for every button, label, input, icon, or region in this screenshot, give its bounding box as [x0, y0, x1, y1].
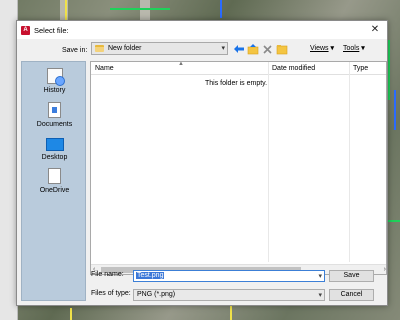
column-header-row: ▲ Name Date modified Type [91, 61, 386, 75]
save-in-value: New folder [108, 45, 142, 52]
save-in-label: Save in: [62, 47, 88, 54]
empty-folder-message: This folder is empty. [205, 80, 268, 87]
column-header-date-modified[interactable]: Date modified [272, 65, 315, 72]
select-file-dialog: A Select file: ✕ Save in: New folder ▾ V… [16, 20, 388, 306]
desktop-icon [45, 138, 64, 151]
file-type-select[interactable]: PNG (*.png) ▾ [133, 289, 325, 301]
places-bar: History Documents Desktop OneDrive [21, 61, 86, 301]
map-road [140, 0, 150, 20]
map-line [230, 306, 232, 320]
file-name-label: File name: [91, 271, 124, 278]
cancel-button[interactable]: Cancel [329, 289, 374, 301]
file-type-label: Files of type: [91, 290, 131, 297]
chevron-down-icon: ▾ [330, 45, 335, 52]
app-icon: A [21, 25, 30, 35]
place-documents[interactable]: Documents [22, 102, 87, 128]
tools-menu-button[interactable]: Tools ▾ [343, 44, 365, 52]
map-line [394, 90, 396, 130]
views-label: Views [310, 45, 329, 52]
column-header-name[interactable]: Name [95, 65, 114, 72]
tools-label: Tools [343, 45, 360, 52]
file-list[interactable]: ▲ Name Date modified Type This folder is… [90, 61, 387, 275]
new-folder-icon[interactable] [276, 43, 288, 55]
save-in-select[interactable]: New folder ▾ [91, 42, 228, 55]
place-label: Desktop [41, 154, 68, 161]
save-button[interactable]: Save [329, 270, 374, 282]
chevron-down-icon: ▾ [221, 45, 225, 52]
file-type-value: PNG (*.png) [137, 291, 176, 298]
map-line [388, 220, 400, 222]
delete-icon[interactable] [262, 43, 273, 55]
up-one-level-icon[interactable] [247, 43, 259, 55]
chevron-down-icon[interactable]: ▾ [318, 272, 322, 280]
place-label: History [43, 87, 66, 94]
column-header-type[interactable]: Type [353, 65, 368, 72]
map-line [388, 40, 390, 100]
back-arrow-icon[interactable] [233, 43, 245, 55]
chevron-down-icon: ▾ [318, 292, 322, 299]
dialog-title: Select file: [34, 25, 69, 35]
place-desktop[interactable]: Desktop [22, 138, 87, 161]
map-line [110, 8, 170, 10]
map-line [220, 0, 222, 18]
place-label: OneDrive [39, 187, 70, 194]
place-label: Documents [36, 121, 73, 128]
documents-icon [48, 102, 61, 118]
scroll-right-icon[interactable]: › [384, 265, 386, 274]
history-icon [46, 68, 65, 86]
column-divider [349, 62, 350, 262]
views-menu-button[interactable]: Views ▾ [310, 44, 334, 52]
title-bar: A Select file: ✕ [17, 21, 387, 39]
folder-icon [95, 45, 104, 52]
onedrive-icon [48, 168, 61, 184]
map-line [70, 308, 72, 320]
map-line [65, 0, 67, 20]
place-onedrive[interactable]: OneDrive [22, 168, 87, 194]
column-divider [268, 62, 269, 262]
sort-ascending-icon: ▲ [178, 61, 184, 67]
file-name-input[interactable]: Test.png ▾ [133, 270, 325, 282]
close-icon[interactable]: ✕ [363, 21, 387, 39]
file-name-value: Test.png [136, 272, 165, 279]
chevron-down-icon: ▾ [361, 45, 365, 52]
place-history[interactable]: History [22, 68, 87, 94]
